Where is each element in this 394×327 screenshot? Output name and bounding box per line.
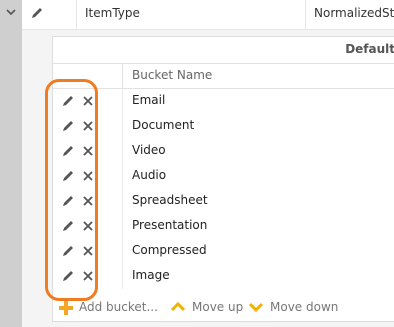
column-divider: [122, 164, 123, 189]
close-icon[interactable]: [81, 144, 95, 158]
pencil-icon[interactable]: [61, 269, 75, 283]
column-divider: [122, 239, 123, 264]
pencil-icon[interactable]: [61, 219, 75, 233]
column-divider: [122, 214, 123, 239]
bucket-row: Spreadsheet: [53, 189, 394, 214]
close-icon[interactable]: [81, 194, 95, 208]
panel-title: Default: [345, 42, 394, 56]
column-divider: [122, 189, 123, 214]
bucket-grid: Default Bucket Name Email Document Video Au…: [52, 36, 394, 322]
move-down-button[interactable]: Move down: [249, 300, 341, 316]
panel-title-bar: Default: [53, 37, 394, 64]
bucket-name: Spreadsheet: [132, 193, 208, 207]
bucket-name: Audio: [132, 168, 167, 182]
pencil-icon[interactable]: [61, 119, 75, 133]
column-divider: [122, 114, 123, 139]
bucket-name: Presentation: [132, 218, 208, 232]
pencil-icon[interactable]: [61, 94, 75, 108]
bucket-name: Video: [132, 143, 166, 157]
close-icon[interactable]: [81, 269, 95, 283]
chevron-down-icon[interactable]: [5, 7, 17, 17]
bucket-toolbar: Add bucket... Move up Move down: [53, 295, 394, 321]
move-down-label: Move down: [270, 300, 339, 314]
property-name: ItemType: [85, 6, 140, 20]
row-gutter: [0, 0, 22, 327]
column-divider: [122, 264, 123, 289]
plus-icon: [59, 301, 73, 315]
close-icon[interactable]: [81, 244, 95, 258]
pencil-icon[interactable]: [61, 169, 75, 183]
edit-cell: [22, 0, 77, 29]
bucket-name: Compressed: [132, 243, 207, 257]
close-icon[interactable]: [81, 219, 95, 233]
arrow-down-icon: [249, 302, 263, 313]
property-row: ItemType NormalizedString: [22, 0, 394, 30]
bucket-name-header: Bucket Name: [132, 68, 213, 82]
bucket-row: Compressed: [53, 239, 394, 264]
bucket-row: Document: [53, 114, 394, 139]
pencil-icon[interactable]: [30, 6, 44, 20]
bucket-row: Image: [53, 264, 394, 289]
add-bucket-button[interactable]: Add bucket...: [59, 300, 158, 316]
move-up-label: Move up: [192, 300, 244, 314]
bucket-name: Email: [132, 93, 166, 107]
type-cell: NormalizedString: [306, 0, 394, 29]
bucket-header-row: Bucket Name: [53, 64, 394, 89]
column-divider: [122, 89, 123, 114]
pencil-icon[interactable]: [61, 244, 75, 258]
bucket-row: Audio: [53, 164, 394, 189]
column-divider: [122, 64, 123, 88]
close-icon[interactable]: [81, 94, 95, 108]
add-bucket-label: Add bucket...: [79, 300, 158, 314]
pencil-icon[interactable]: [61, 144, 75, 158]
arrow-up-icon: [171, 301, 185, 312]
bucket-row: Video: [53, 139, 394, 164]
bucket-row: Presentation: [53, 214, 394, 239]
move-up-button[interactable]: Move up: [171, 300, 243, 316]
pencil-icon[interactable]: [61, 194, 75, 208]
bucket-row: Email: [53, 89, 394, 114]
property-type: NormalizedString: [314, 6, 394, 20]
bucket-name: Document: [132, 118, 195, 132]
close-icon[interactable]: [81, 169, 95, 183]
close-icon[interactable]: [81, 119, 95, 133]
name-cell: ItemType: [77, 0, 306, 29]
bucket-panel: Default Bucket Name Email Document Video Au…: [22, 30, 394, 327]
bucket-name: Image: [132, 268, 170, 282]
column-divider: [122, 139, 123, 164]
